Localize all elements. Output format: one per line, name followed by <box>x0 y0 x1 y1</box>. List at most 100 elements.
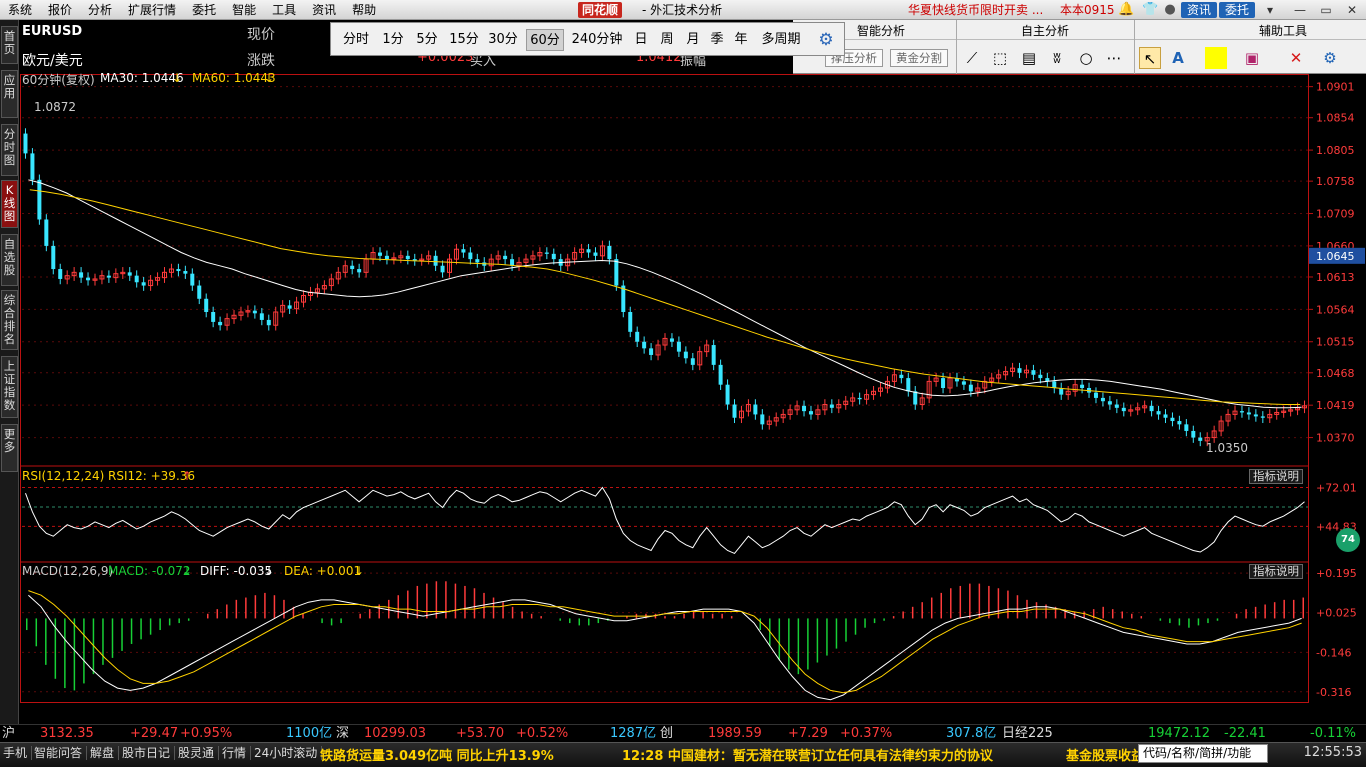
candle-body <box>266 319 271 326</box>
minimize-icon[interactable]: — <box>1292 2 1308 18</box>
period-tab-60min[interactable]: 60分 <box>526 29 564 51</box>
side-tab-apps[interactable]: 应用 <box>1 70 18 118</box>
trade-button[interactable]: 委托 <box>1219 2 1256 18</box>
period-tab-5min[interactable]: 5分 <box>413 29 441 51</box>
sz-amount: 1287亿 <box>610 726 657 741</box>
color-swatch[interactable] <box>1205 47 1227 69</box>
candle-body <box>204 298 209 312</box>
candle-body <box>628 312 633 332</box>
more-tools-icon[interactable]: ⋯ <box>1103 47 1125 69</box>
candle-body <box>357 269 362 273</box>
section-smart-analysis[interactable]: 智能分析 <box>857 22 905 39</box>
status-stock-genius[interactable]: 股灵通 <box>178 746 220 760</box>
period-tab-intraday[interactable]: 分时 <box>339 29 373 51</box>
price-axis-label: 1.0854 <box>1316 112 1355 125</box>
candle-body <box>127 272 132 276</box>
code-search-input[interactable]: 代码/名称/简拼/功能 <box>1138 744 1268 763</box>
shirt-icon[interactable]: 👕 <box>1142 2 1158 18</box>
period-tab-year[interactable]: 年 <box>731 29 751 51</box>
period-tab-240min[interactable]: 240分钟 <box>569 29 625 51</box>
circle-tool-icon[interactable]: ○ <box>1075 47 1097 69</box>
side-tab-kline[interactable]: K线图 <box>1 180 18 228</box>
candle-body <box>405 255 410 260</box>
status-24h-scroll[interactable]: 24小时滚动 <box>254 746 323 760</box>
line-tool-icon[interactable]: ⟋ <box>961 47 983 69</box>
section-aux-tools[interactable]: 辅助工具 <box>1259 22 1307 39</box>
macd-indicator-help-button[interactable]: 指标说明 <box>1249 564 1303 579</box>
golden-section-button[interactable]: 黄金分割 <box>890 49 948 67</box>
eraser-tool-icon[interactable]: ▣ <box>1241 47 1263 69</box>
section-self-analysis[interactable]: 自主分析 <box>1021 22 1069 39</box>
period-toolbar: 分时 1分 5分 15分 30分 60分 240分钟 日 周 月 季 年 多周期… <box>330 22 845 56</box>
menu-trade[interactable]: 委托 <box>184 0 224 20</box>
side-tab-watchlist[interactable]: 自选股 <box>1 234 18 286</box>
candle-body <box>1163 414 1168 418</box>
news-headline-1[interactable]: 铁路货运量3.049亿吨 同比上升13.9% <box>320 745 554 764</box>
menu-tools[interactable]: 工具 <box>264 0 304 20</box>
rect-tool-icon[interactable]: ⬚ <box>989 47 1011 69</box>
status-smart-qa[interactable]: 智能问答 <box>34 746 88 760</box>
status-mobile[interactable]: 手机 <box>3 746 33 760</box>
dropdown-icon[interactable]: ▾ <box>1262 2 1278 18</box>
chart-area[interactable]: 1.0901 1.0854 1.0805 1.0758 1.0709 1.0660 1.06… <box>20 71 1366 704</box>
macd-axis-label: -0.146 <box>1316 646 1351 659</box>
period-tab-1min[interactable]: 1分 <box>379 29 407 51</box>
period-tab-15min[interactable]: 15分 <box>447 29 481 51</box>
period-tab-quarter[interactable]: 季 <box>707 29 727 51</box>
fibonacci-tool-icon[interactable]: ʬ <box>1046 47 1068 69</box>
promo-link[interactable]: 华夏快线货币限时开卖 ... <box>908 0 1043 20</box>
delete-tool-icon[interactable]: ✕ <box>1285 47 1307 69</box>
candle-body <box>669 338 674 342</box>
info-button[interactable]: 资讯 <box>1181 2 1218 18</box>
period-settings-gear-icon[interactable]: ⚙ <box>815 29 837 51</box>
side-tab-ranking[interactable]: 综合排名 <box>1 290 18 350</box>
macd-value: MACD: -0.072 <box>108 564 191 578</box>
news-headline-3[interactable]: 基金股票收益 <box>1066 745 1144 764</box>
menu-smart[interactable]: 智能 <box>224 0 264 20</box>
cy-pct: +0.37% <box>840 726 893 741</box>
status-quotes[interactable]: 行情 <box>222 746 252 760</box>
cursor-tool-icon[interactable]: ↖ <box>1139 47 1161 69</box>
candle-body <box>593 252 598 256</box>
side-tab-timeshare[interactable]: 分时图 <box>1 124 18 176</box>
period-tab-month[interactable]: 月 <box>683 29 703 51</box>
user-icon[interactable]: ● <box>1162 2 1178 18</box>
period-tab-day[interactable]: 日 <box>631 29 651 51</box>
sh-amount: 1100亿 <box>286 726 333 741</box>
score-badge[interactable]: 74 <box>1336 528 1360 552</box>
index-ticker: 沪 3132.35 +29.47 +0.95% 1100亿 深 10299.03… <box>0 724 1366 742</box>
period-tab-30min[interactable]: 30分 <box>486 29 520 51</box>
menu-help[interactable]: 帮助 <box>344 0 384 20</box>
price-axis-label: 1.0564 <box>1316 303 1355 316</box>
maximize-icon[interactable]: ▭ <box>1318 2 1334 18</box>
text-tool-icon[interactable]: A <box>1167 47 1189 69</box>
settings-gear-icon[interactable]: ⚙ <box>1319 47 1341 69</box>
bell-icon[interactable]: 🔔 <box>1118 2 1134 18</box>
close-icon[interactable]: ✕ <box>1344 2 1360 18</box>
menu-system[interactable]: 系统 <box>0 0 40 20</box>
news-headline-2[interactable]: 12:28 中国建材：暂无潜在联营订立任何具有法律约束力的协议 <box>622 745 993 764</box>
cy-change: +7.29 <box>788 726 828 741</box>
period-tab-week[interactable]: 周 <box>657 29 677 51</box>
rsi-indicator-help-button[interactable]: 指标说明 <box>1249 469 1303 484</box>
menu-news[interactable]: 资讯 <box>304 0 344 20</box>
menu-analysis[interactable]: 分析 <box>80 0 120 20</box>
menu-quotes[interactable]: 报价 <box>40 0 80 20</box>
kline-chart[interactable]: 1.09011.08541.08051.07581.07091.06601.06… <box>20 74 1366 704</box>
status-analysis[interactable]: 解盘 <box>90 746 120 760</box>
candle-body <box>635 331 640 342</box>
status-diary[interactable]: 股市日记 <box>122 746 176 760</box>
parallel-tool-icon[interactable]: ▤ <box>1018 47 1040 69</box>
candle-body <box>190 273 195 286</box>
menu-extended[interactable]: 扩展行情 <box>120 0 184 20</box>
side-tab-more[interactable]: 更多 <box>1 424 18 472</box>
candle-body <box>44 219 49 246</box>
side-tab-shindex[interactable]: 上证指数 <box>1 356 18 418</box>
side-tabs: 首页 应用 分时图 K线图 自选股 综合排名 上证指数 更多 <box>0 20 19 742</box>
period-tab-multi[interactable]: 多周期 <box>756 29 806 51</box>
candle-body <box>350 265 355 270</box>
dea-value: DEA: +0.001 <box>284 564 362 578</box>
side-tab-home[interactable]: 首页 <box>1 26 18 64</box>
candle-body <box>941 378 946 388</box>
candle-body <box>1184 424 1189 431</box>
